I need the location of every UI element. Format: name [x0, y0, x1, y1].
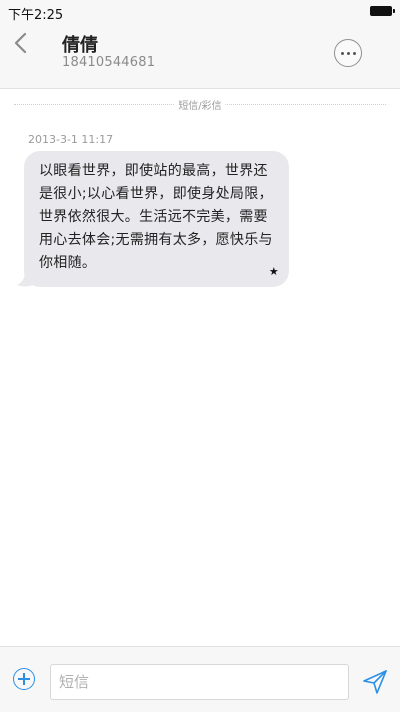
message-type-label: 短信/彩信	[174, 97, 226, 112]
send-icon	[363, 670, 387, 694]
message-input[interactable]	[50, 664, 349, 700]
message-type-divider: 短信/彩信	[14, 96, 386, 112]
message-bubble[interactable]: 以眼看世界，即使站的最高，世界还是很小;以心看世界，即使身处局限，世界依然很大。…	[24, 151, 289, 287]
contact-name: 倩倩	[62, 35, 98, 56]
status-time: 下午2:25	[8, 8, 64, 23]
chevron-left-icon	[14, 32, 27, 54]
add-attachment-button[interactable]	[13, 668, 35, 690]
ellipsis-icon	[340, 51, 344, 55]
message-timestamp: 2013-3-1 11:17	[28, 133, 114, 146]
back-button[interactable]	[10, 30, 34, 58]
contact-number: 18410544681	[62, 55, 156, 70]
status-bar: 下午2:25	[0, 0, 400, 23]
message-text: 以眼看世界，即使站的最高，世界还是很小;以心看世界，即使身处局限，世界依然很大。…	[39, 163, 273, 271]
compose-bar	[0, 646, 400, 712]
conversation-header: 倩倩 18410544681	[0, 22, 400, 89]
more-options-button[interactable]	[334, 39, 362, 67]
battery-icon	[370, 6, 395, 16]
star-icon: ★	[268, 265, 279, 278]
send-button[interactable]	[361, 668, 389, 696]
